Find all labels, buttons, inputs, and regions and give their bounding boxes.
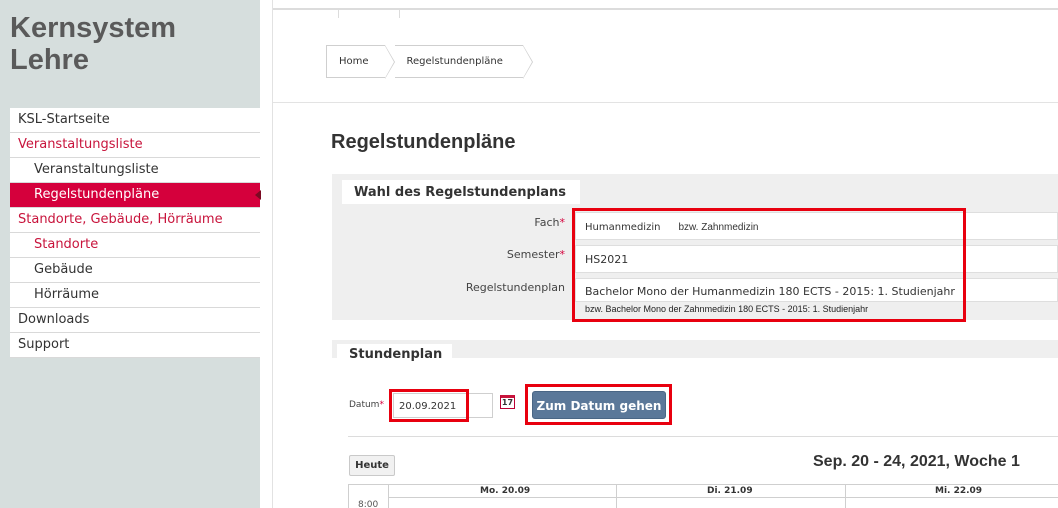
- sidebar-item-hoerraeume[interactable]: Hörräume: [10, 283, 260, 308]
- week-title: Sep. 20 - 24, 2021, Woche 1: [813, 453, 1020, 470]
- stundenplan-divider: [348, 436, 1058, 437]
- highlight-box-datum: [389, 389, 469, 422]
- breadcrumb-home[interactable]: Home: [326, 45, 394, 79]
- day-header-wednesday: Mi. 22.09: [935, 486, 983, 496]
- top-tab-strip: [273, 8, 1058, 10]
- sidebar-item-standorte[interactable]: Standorte: [10, 233, 260, 258]
- brand-line-2: Lehre: [10, 44, 89, 76]
- brand-line-1: Kernsystem: [10, 12, 177, 44]
- sidebar-item-standorte-group[interactable]: Standorte, Gebäude, Hörräume: [10, 208, 260, 233]
- grid-column-divider: [845, 484, 846, 508]
- grid-column-divider: [388, 484, 389, 508]
- day-header-tuesday: Di. 21.09: [707, 486, 753, 496]
- stundenplan-tab[interactable]: Stundenplan: [337, 344, 452, 366]
- sidebar-item-gebaeude[interactable]: Gebäude: [10, 258, 260, 283]
- sidebar-item-downloads[interactable]: Downloads: [10, 308, 260, 333]
- sidebar: Kernsystem Lehre KSL-Startseite Veransta…: [0, 0, 261, 508]
- day-header-monday: Mo. 20.09: [480, 486, 531, 496]
- grid-header-divider: [388, 497, 1058, 498]
- datum-label: Datum*: [349, 400, 384, 410]
- grid-column-divider: [616, 484, 617, 508]
- wahl-tab[interactable]: Wahl des Regelstundenplans: [342, 180, 580, 204]
- time-label: 8:00: [358, 500, 379, 508]
- header-divider: [273, 102, 1058, 103]
- breadcrumb-current[interactable]: Regelstundenpläne: [394, 45, 534, 79]
- fach-label: Fach*: [534, 216, 565, 229]
- top-tab-divider: [399, 8, 400, 18]
- content-divider: [272, 0, 273, 508]
- today-button[interactable]: Heute: [349, 455, 395, 476]
- sidebar-item-regelstundenplaene[interactable]: Regelstundenpläne: [10, 183, 261, 208]
- sidebar-item-veranstaltungsliste-group[interactable]: Veranstaltungsliste: [10, 133, 260, 158]
- sidebar-item-veranstaltungsliste[interactable]: Veranstaltungsliste: [10, 158, 260, 183]
- sidebar-item-support[interactable]: Support: [10, 333, 260, 358]
- highlight-box-wahl: [572, 208, 966, 322]
- app-brand[interactable]: Kernsystem Lehre: [0, 8, 260, 104]
- calendar-icon[interactable]: 17: [500, 395, 515, 409]
- regelstundenplan-label: Regelstundenplan: [465, 281, 565, 294]
- highlight-box-goto: [525, 384, 672, 425]
- sidebar-item-ksl-startseite[interactable]: KSL-Startseite: [10, 108, 260, 133]
- semester-label: Semester*: [506, 248, 565, 261]
- page-title: Regelstundenpläne: [331, 131, 516, 153]
- sidebar-nav: KSL-Startseite Veranstaltungsliste Veran…: [10, 108, 261, 358]
- top-tab-divider: [338, 8, 339, 18]
- breadcrumb: Home Regelstundenpläne: [326, 45, 534, 79]
